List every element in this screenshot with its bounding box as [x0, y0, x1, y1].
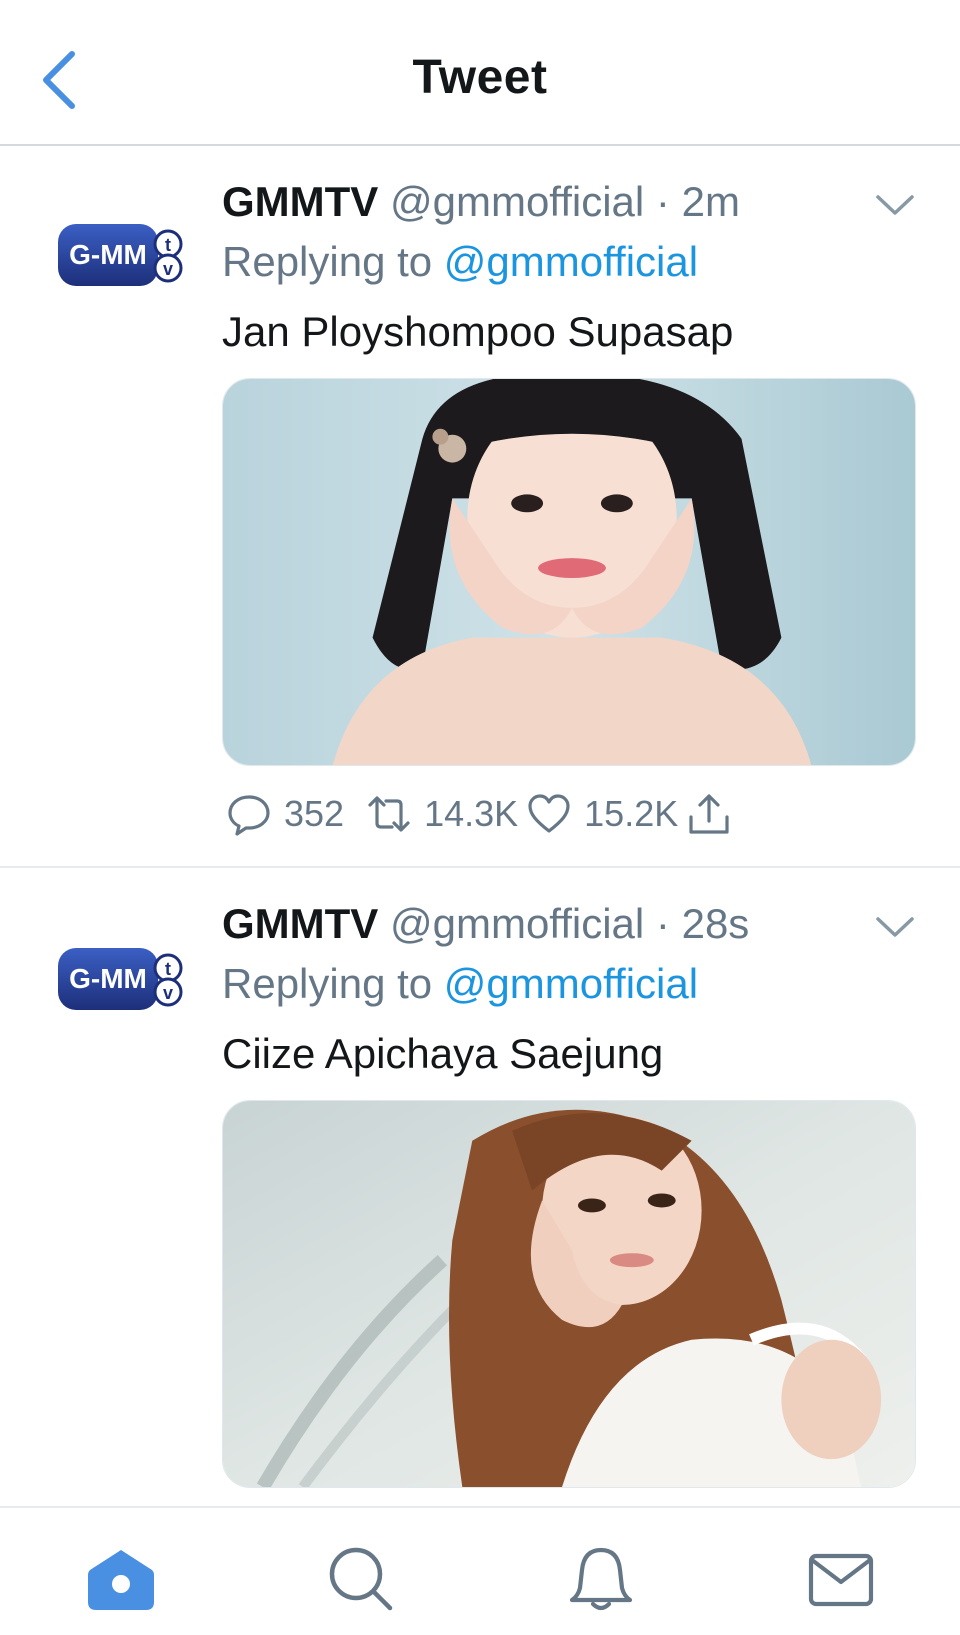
- tweet-text: Jan Ployshompoo Supasap: [222, 308, 734, 355]
- tweet-menu-button[interactable]: [874, 192, 916, 218]
- reply-count: 352: [284, 793, 345, 834]
- avatar[interactable]: G-MM t v: [56, 218, 186, 292]
- replying-to: Replying to @gmmofficial: [222, 960, 698, 1008]
- home-icon: [88, 1550, 154, 1610]
- retweet-icon: [368, 796, 410, 832]
- share-icon: [689, 794, 729, 834]
- tweet-photo[interactable]: [222, 1100, 916, 1488]
- display-name[interactable]: GMMTV: [222, 900, 378, 947]
- retweet-button[interactable]: 14.3K: [366, 791, 518, 837]
- like-button[interactable]: 15.2K: [526, 791, 678, 837]
- tab-messages[interactable]: [806, 1544, 876, 1614]
- tweet-actions: 352 14.3K 15.2K: [226, 788, 732, 840]
- tweet[interactable]: G-MM t v GMMTV @gmmofficial · 28s Replyi…: [0, 870, 960, 1506]
- mention-link[interactable]: @gmmofficial: [444, 960, 698, 1007]
- replying-to-label: Replying to: [222, 238, 433, 285]
- replying-to: Replying to @gmmofficial: [222, 238, 698, 286]
- retweet-count: 14.3K: [424, 793, 519, 834]
- tweet-menu-button[interactable]: [874, 914, 916, 940]
- tab-notifications[interactable]: [566, 1544, 636, 1614]
- heart-icon: [528, 794, 570, 833]
- avatar-logo-text: G-MM: [69, 239, 147, 270]
- mention-link[interactable]: @gmmofficial: [444, 238, 698, 285]
- chevron-down-icon: [876, 917, 914, 937]
- separator: ·: [655, 900, 670, 947]
- svg-text:t: t: [165, 959, 171, 979]
- tab-search[interactable]: [326, 1544, 396, 1614]
- timestamp: 28s: [681, 900, 750, 947]
- search-icon: [329, 1547, 393, 1611]
- svg-text:v: v: [163, 983, 173, 1003]
- reply-button[interactable]: 352: [226, 791, 344, 837]
- tweet-header: GMMTV @gmmofficial · 2m: [222, 178, 740, 226]
- svg-text:t: t: [165, 235, 171, 255]
- tweet-text: Ciize Apichaya Saejung: [222, 1030, 664, 1077]
- timestamp: 2m: [681, 178, 740, 225]
- svg-text:v: v: [163, 259, 173, 279]
- bell-icon: [569, 1547, 633, 1611]
- tweet[interactable]: G-MM t v GMMTV @gmmofficial · 2m Replyin…: [0, 148, 960, 868]
- envelope-icon: [808, 1553, 874, 1607]
- page-title: Tweet: [412, 51, 548, 104]
- user-handle[interactable]: @gmmofficial: [390, 900, 644, 947]
- tweet-photo[interactable]: [222, 378, 916, 766]
- separator: ·: [655, 178, 670, 225]
- avatar-logo-text: G-MM: [69, 963, 147, 994]
- chevron-down-icon: [876, 195, 914, 215]
- reply-icon: [228, 795, 270, 836]
- like-count: 15.2K: [584, 793, 679, 834]
- top-nav-bar: Tweet: [0, 0, 960, 146]
- avatar[interactable]: G-MM t v: [56, 942, 186, 1016]
- replying-to-label: Replying to: [222, 960, 433, 1007]
- tab-home[interactable]: [86, 1544, 156, 1614]
- share-button[interactable]: [686, 791, 732, 837]
- display-name[interactable]: GMMTV: [222, 178, 378, 225]
- tweet-header: GMMTV @gmmofficial · 28s: [222, 900, 749, 948]
- user-handle[interactable]: @gmmofficial: [390, 178, 644, 225]
- bottom-tab-bar: [0, 1506, 960, 1635]
